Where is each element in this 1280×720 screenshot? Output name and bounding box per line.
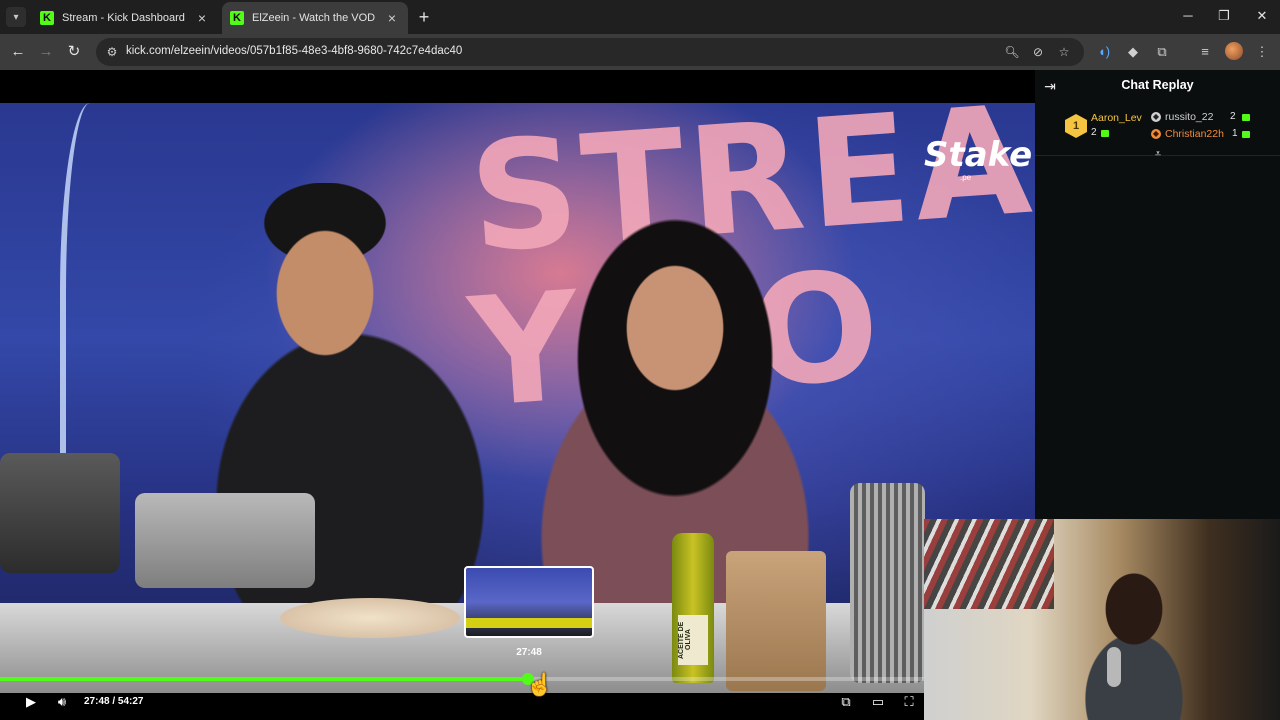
forward-button[interactable]: → — [36, 42, 56, 62]
leaderboard-count-2: 2 — [1230, 111, 1236, 122]
tracking-protection-icon[interactable]: ⊘ — [1030, 44, 1046, 60]
chat-replay-panel: ⇥ Chat Replay 1 Aaron_Lev 2 ◆ russito_22… — [1035, 70, 1280, 520]
reload-button[interactable]: ↻ — [64, 42, 84, 62]
cooking-pot-left — [0, 453, 120, 573]
chat-header: ⇥ Chat Replay — [1035, 70, 1280, 102]
seek-preview-time: 27:48 — [516, 647, 542, 658]
pip-icon: ⧉ — [841, 694, 851, 709]
streamer-person — [1074, 569, 1194, 720]
volume-button[interactable]: 🔊︎ — [53, 694, 71, 710]
mouse-pointer-icon: ☝ — [526, 672, 554, 697]
leaderboard-user-3[interactable]: Christian22h — [1165, 128, 1224, 140]
site-info-icon[interactable]: ⚙ — [104, 44, 120, 60]
theater-mode-button[interactable]: ▭ — [869, 694, 887, 710]
address-bar[interactable]: ⚙ kick.com/elzeein/videos/057b1f85-48e3-… — [96, 38, 1084, 66]
fullscreen-icon: ⛶ — [904, 694, 914, 709]
leaderboard-user-2[interactable]: russito_22 — [1165, 111, 1213, 123]
tab-title: ElZeein - Watch the VOD on Kick — [252, 12, 378, 24]
play-button[interactable]: ▶ — [22, 694, 40, 710]
gift-icon — [1242, 131, 1250, 138]
cutting-board — [726, 551, 826, 691]
rank-1-badge: 1 — [1065, 114, 1087, 138]
minimize-button[interactable]: ─ — [1178, 8, 1198, 23]
time-display: 27:48 / 54:27 — [84, 696, 144, 707]
olive-oil-label: ACEITE DE OLIVA — [678, 615, 708, 665]
browser-tab-strip: ▾ K Stream - Kick Dashboard × K ElZeein … — [0, 0, 1280, 34]
microphone — [1107, 647, 1121, 687]
stake-logo: Stake — [924, 135, 1033, 175]
streamer-webcam-overlay — [924, 519, 1280, 720]
gift-icon — [1242, 114, 1250, 121]
leaderboard-count-1: 2 — [1091, 127, 1097, 138]
close-window-button[interactable]: ✕ — [1252, 8, 1272, 24]
kick-favicon-icon: K — [40, 11, 54, 25]
extension-audio-icon[interactable]: ◖) — [1094, 42, 1114, 62]
profile-avatar[interactable] — [1225, 42, 1243, 60]
tab-kick-dashboard[interactable]: K Stream - Kick Dashboard × — [32, 2, 218, 34]
chevron-down-icon: ▾ — [13, 11, 19, 23]
rank-3-badge: ◆ — [1151, 129, 1161, 139]
fullscreen-button[interactable]: ⛶ — [900, 694, 918, 710]
rank-2-badge: ◆ — [1151, 112, 1161, 122]
progress-played — [0, 677, 528, 681]
leaderboard-user-1[interactable]: Aaron_Lev — [1091, 112, 1142, 124]
picture-in-picture-button[interactable]: ⧉ — [837, 694, 855, 710]
food-plate — [280, 598, 460, 638]
stage-light-arc — [60, 103, 120, 483]
browser-toolbar: ← → ↻ ⚙ kick.com/elzeein/videos/057b1f85… — [0, 34, 1280, 70]
tab-search-button[interactable]: ▾ — [6, 7, 26, 27]
extension-diamond-icon[interactable]: ◆ — [1123, 42, 1143, 62]
tab-title: Stream - Kick Dashboard — [62, 12, 185, 24]
media-control-icon[interactable]: ≡ — [1195, 42, 1215, 62]
volume-icon: 🔊︎ — [57, 694, 67, 709]
theater-icon: ▭ — [871, 694, 885, 709]
cooking-pot — [135, 493, 315, 588]
arrow-right-icon: → — [38, 43, 54, 60]
close-tab-icon[interactable]: × — [194, 10, 210, 26]
close-tab-icon[interactable]: × — [384, 10, 400, 26]
play-icon: ▶ — [26, 694, 36, 709]
kick-favicon-icon: K — [230, 11, 244, 25]
preview-counter-strip — [466, 618, 592, 628]
seek-preview-thumbnail — [464, 566, 594, 638]
arrow-left-icon: ← — [10, 43, 26, 60]
leaderboard-count-3: 1 — [1232, 128, 1238, 139]
new-tab-button[interactable]: + — [414, 8, 434, 26]
utensil-holder — [850, 483, 925, 683]
expand-leaderboard-icon[interactable]: ⩡ — [1151, 148, 1165, 160]
stake-logo-suffix: .pe — [960, 173, 972, 182]
extensions-puzzle-icon[interactable]: ⧉ — [1152, 42, 1172, 62]
spool-shelf — [924, 519, 1054, 609]
zoom-icon[interactable]: 🔍︎ — [1004, 44, 1020, 60]
video-player[interactable]: STREA Y ZO Stake .pe ACEITE DE OLIVA 27:… — [0, 70, 1035, 720]
menu-kebab-icon[interactable]: ⋮ — [1252, 42, 1272, 62]
url-text: kick.com/elzeein/videos/057b1f85-48e3-4b… — [126, 45, 463, 57]
chat-title: Chat Replay — [1121, 78, 1194, 92]
progress-bar[interactable] — [0, 673, 1035, 685]
back-button[interactable]: ← — [8, 42, 28, 62]
tab-elzeein-vod[interactable]: K ElZeein - Watch the VOD on Kick × — [222, 2, 408, 34]
bookmark-star-icon[interactable]: ☆ — [1056, 44, 1072, 60]
restore-button[interactable]: ❐ — [1214, 8, 1234, 24]
gift-icon — [1101, 130, 1109, 137]
reload-icon: ↻ — [67, 43, 81, 60]
